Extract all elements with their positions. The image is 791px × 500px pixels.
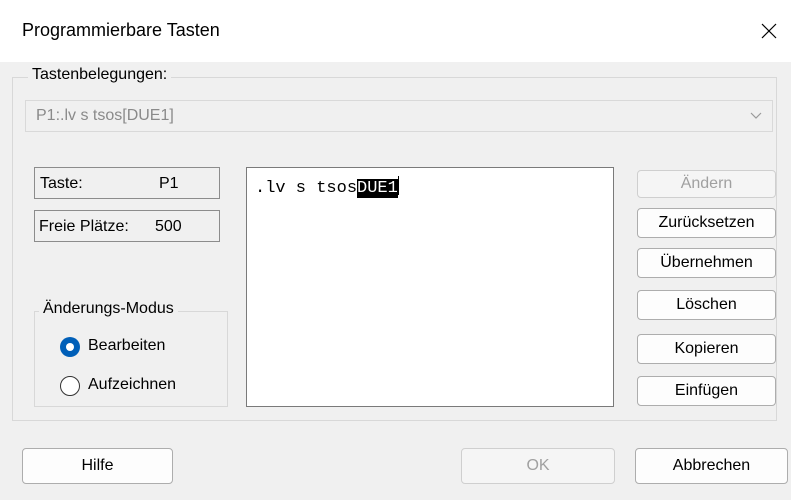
radio-edit-label: Bearbeiten — [88, 337, 166, 354]
macro-editor[interactable]: .lv s tsosDUE1 — [246, 167, 614, 407]
key-assignments-legend: Tastenbelegungen: — [28, 66, 172, 84]
change-button[interactable]: Ändern — [637, 170, 776, 198]
cancel-button[interactable]: Abbrechen — [635, 448, 788, 484]
key-label: Taste: — [40, 175, 83, 192]
text-caret — [397, 176, 399, 195]
key-info-box: Taste: P1 — [34, 167, 220, 199]
macro-selected-text: DUE1 — [357, 179, 398, 198]
radio-record-label: Aufzeichnen — [88, 376, 177, 393]
key-assignment-dropdown[interactable]: P1:.lv s tsos[DUE1] — [25, 100, 773, 132]
chevron-down-icon — [750, 112, 762, 119]
radio-selected-icon — [60, 337, 80, 357]
window-title: Programmierbare Tasten — [22, 20, 220, 40]
help-button[interactable]: Hilfe — [22, 448, 173, 484]
free-slots-label: Freie Plätze: — [39, 218, 129, 235]
radio-unselected-icon — [60, 376, 80, 396]
delete-button[interactable]: Löschen — [637, 290, 776, 320]
macro-editor-text: .lv s tsosDUE1 — [255, 176, 399, 198]
free-slots-box: Freie Plätze: 500 — [34, 210, 220, 242]
reset-button[interactable]: Zurücksetzen — [637, 208, 776, 238]
macro-text: .lv s tsos — [255, 179, 358, 198]
copy-button[interactable]: Kopieren — [637, 334, 776, 364]
key-assignment-selected: P1:.lv s tsos[DUE1] — [36, 107, 174, 124]
key-value: P1 — [159, 175, 179, 192]
close-button[interactable] — [752, 14, 786, 48]
ok-button[interactable]: OK — [461, 448, 615, 484]
free-slots-value: 500 — [155, 218, 182, 235]
title-bar: Programmierbare Tasten — [0, 0, 791, 62]
paste-button[interactable]: Einfügen — [637, 376, 776, 406]
close-icon — [761, 23, 777, 39]
apply-button[interactable]: Übernehmen — [637, 248, 776, 278]
mode-legend: Änderungs-Modus — [39, 300, 178, 318]
